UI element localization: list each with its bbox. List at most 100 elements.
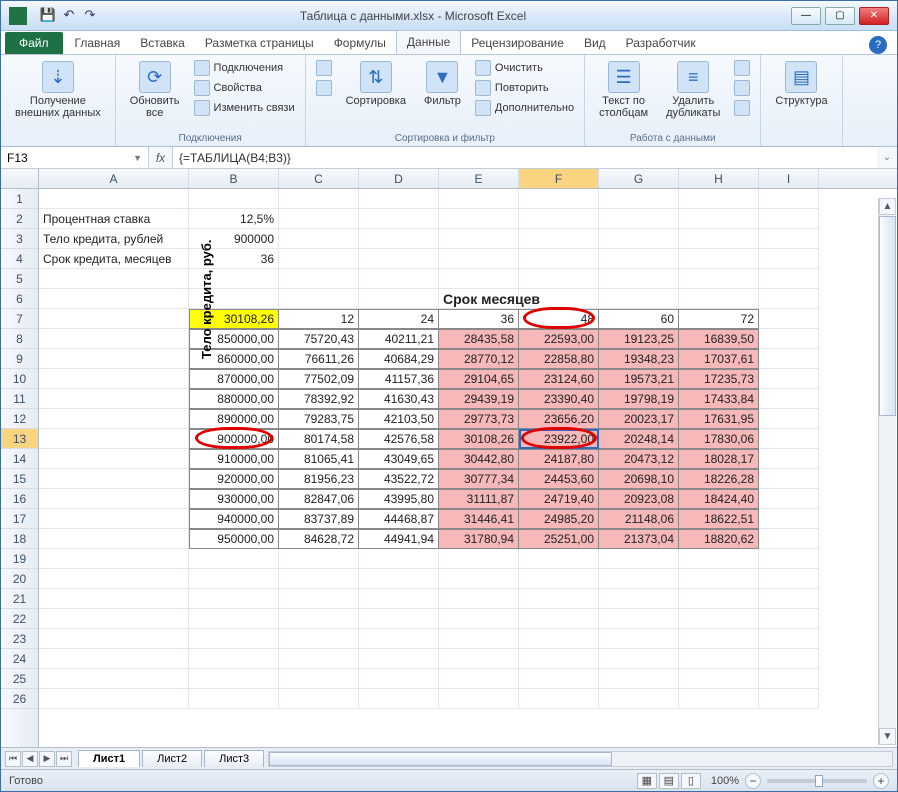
cell-E22[interactable] [439,609,519,629]
cell-C5[interactable] [279,269,359,289]
row-header-4[interactable]: 4 [1,249,38,269]
cell-E10[interactable]: 29104,65 [439,369,519,389]
cell-I2[interactable] [759,209,819,229]
cell-A24[interactable] [39,649,189,669]
cell-A12[interactable] [39,409,189,429]
cell-D20[interactable] [359,569,439,589]
cell-I26[interactable] [759,689,819,709]
cell-E16[interactable]: 31111,87 [439,489,519,509]
cell-A3[interactable]: Тело кредита, рублей [39,229,189,249]
cell-F20[interactable] [519,569,599,589]
cell-F11[interactable]: 23390,40 [519,389,599,409]
col-header-E[interactable]: E [439,169,519,188]
cell-G20[interactable] [599,569,679,589]
cell-E15[interactable]: 30777,34 [439,469,519,489]
consolidate-button[interactable] [732,79,752,97]
cell-F17[interactable]: 24985,20 [519,509,599,529]
cell-B19[interactable] [189,549,279,569]
whatif-button[interactable] [732,99,752,117]
cell-H9[interactable]: 17037,61 [679,349,759,369]
row-header-18[interactable]: 18 [1,529,38,549]
cell-E4[interactable] [439,249,519,269]
cell-H25[interactable] [679,669,759,689]
cell-A9[interactable] [39,349,189,369]
col-header-G[interactable]: G [599,169,679,188]
cell-E3[interactable] [439,229,519,249]
cell-F24[interactable] [519,649,599,669]
undo-icon[interactable]: ↶ [60,6,78,24]
cell-E19[interactable] [439,549,519,569]
cell-F23[interactable] [519,629,599,649]
cell-H19[interactable] [679,549,759,569]
cell-A13[interactable] [39,429,189,449]
cell-G7[interactable]: 60 [599,309,679,329]
cell-H2[interactable] [679,209,759,229]
cell-A18[interactable] [39,529,189,549]
cell-A25[interactable] [39,669,189,689]
cell-G22[interactable] [599,609,679,629]
row-header-3[interactable]: 3 [1,229,38,249]
cell-I24[interactable] [759,649,819,669]
cell-C14[interactable]: 81065,41 [279,449,359,469]
cell-A22[interactable] [39,609,189,629]
cell-C8[interactable]: 75720,43 [279,329,359,349]
cell-D5[interactable] [359,269,439,289]
cell-A17[interactable] [39,509,189,529]
cell-H5[interactable] [679,269,759,289]
sort-za-button[interactable] [314,79,334,97]
cell-E9[interactable]: 28770,12 [439,349,519,369]
cell-F15[interactable]: 24453,60 [519,469,599,489]
cell-I22[interactable] [759,609,819,629]
cell-H1[interactable] [679,189,759,209]
row-header-14[interactable]: 14 [1,449,38,469]
cell-C6[interactable] [279,289,359,309]
cell-G10[interactable]: 19573,21 [599,369,679,389]
cell-B15[interactable]: 920000,00 [189,469,279,489]
save-icon[interactable]: 💾 [39,6,57,24]
zoom-level[interactable]: 100% [711,775,739,787]
data-validation-button[interactable] [732,59,752,77]
cell-C25[interactable] [279,669,359,689]
cell-A20[interactable] [39,569,189,589]
cell-E18[interactable]: 31780,94 [439,529,519,549]
sort-az-button[interactable] [314,59,334,77]
cell-I4[interactable] [759,249,819,269]
cell-B25[interactable] [189,669,279,689]
cell-G9[interactable]: 19348,23 [599,349,679,369]
row-header-22[interactable]: 22 [1,609,38,629]
col-header-H[interactable]: H [679,169,759,188]
sheet-tab-1[interactable]: Лист1 [78,750,140,767]
tab-developer[interactable]: Разработчик [616,32,706,54]
horizontal-scrollbar[interactable] [268,751,893,767]
cell-A6[interactable] [39,289,189,309]
sheet-nav-next[interactable]: ▶ [39,751,55,767]
cell-I17[interactable] [759,509,819,529]
cell-G19[interactable] [599,549,679,569]
cell-C17[interactable]: 83737,89 [279,509,359,529]
cell-I9[interactable] [759,349,819,369]
cell-I12[interactable] [759,409,819,429]
cell-D7[interactable]: 24 [359,309,439,329]
row-header-19[interactable]: 19 [1,549,38,569]
cell-C13[interactable]: 80174,58 [279,429,359,449]
cell-F1[interactable] [519,189,599,209]
cell-I1[interactable] [759,189,819,209]
col-header-C[interactable]: C [279,169,359,188]
cell-G13[interactable]: 20248,14 [599,429,679,449]
tab-review[interactable]: Рецензирование [461,32,574,54]
cell-H17[interactable]: 18622,51 [679,509,759,529]
row-header-13[interactable]: 13 [1,429,38,449]
cell-E7[interactable]: 36 [439,309,519,329]
row-header-26[interactable]: 26 [1,689,38,709]
outline-button[interactable]: ▤ Структура [769,59,833,109]
cell-G16[interactable]: 20923,08 [599,489,679,509]
cell-I11[interactable] [759,389,819,409]
cell-G6[interactable] [599,289,679,309]
row-header-20[interactable]: 20 [1,569,38,589]
cell-E23[interactable] [439,629,519,649]
cell-D26[interactable] [359,689,439,709]
cell-F10[interactable]: 23124,60 [519,369,599,389]
sheet-nav-prev[interactable]: ◀ [22,751,38,767]
cell-D8[interactable]: 40211,21 [359,329,439,349]
cell-I8[interactable] [759,329,819,349]
